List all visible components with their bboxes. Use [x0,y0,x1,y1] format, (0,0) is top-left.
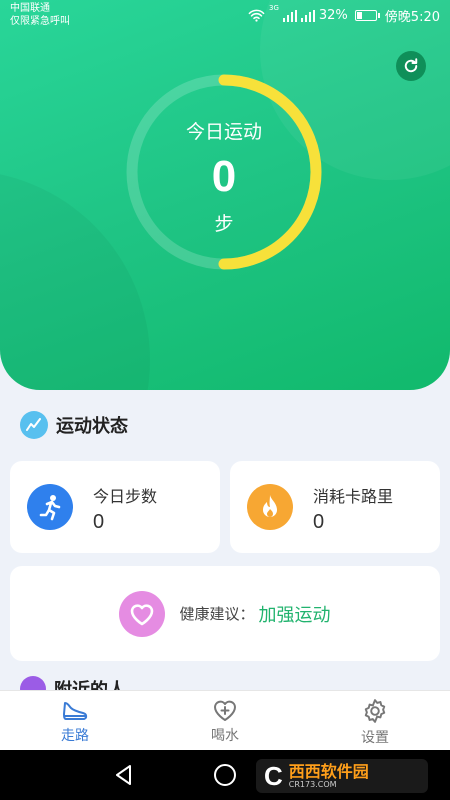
back-icon[interactable] [114,764,134,786]
watermark-logo: C 西西软件园 CR173.COM [256,759,428,793]
steps-card: 今日步数 0 [10,461,220,553]
tab-drink-water[interactable]: 喝水 [150,691,300,750]
heart-plus-icon [214,700,236,721]
watermark-brand: 西西软件园 [288,761,369,781]
clock: 傍晚5:20 [384,10,440,25]
tab-label: 走路 [61,728,89,744]
emergency-only-label: 仅限紧急呼叫 [10,16,70,27]
section-title: 运动状态 [56,416,128,437]
battery-icon [354,10,380,21]
status-bar: 中国联通 仅限紧急呼叫 3G 32% 傍晚5:20 [0,0,450,32]
health-advice-label: 健康建议： [179,605,255,623]
status-icons: 3G 32% 傍晚5:20 [248,4,440,25]
heart-icon [119,590,166,637]
calories-label: 消耗卡路里 [313,487,394,506]
flame-icon [247,484,293,530]
network-type: 3G [269,4,279,12]
section-header-activity-status: 运动状态 [20,411,128,439]
calories-card: 消耗卡路里 0 [230,461,440,553]
shoe-icon [63,702,88,720]
watermark-url: CR173.COM [288,779,337,789]
refresh-icon [404,58,418,73]
today-activity-title: 今日运动 [185,121,262,143]
bottom-tab-bar: 走路 喝水 设置 [0,690,450,750]
calories-value: 0 [313,511,325,533]
step-counter: 今日运动 0 步 [124,72,324,272]
tab-label: 设置 [361,730,389,746]
watermark-mark: C [264,760,283,791]
tab-settings[interactable]: 设置 [300,691,450,750]
tab-walk[interactable]: 走路 [0,691,150,750]
signal-icon [300,9,315,22]
tab-label: 喝水 [211,728,239,744]
health-advice-value: 加强运动 [258,604,331,626]
health-advice-card: 健康建议： 加强运动 [10,566,440,661]
carrier-name: 中国联通 [10,3,50,14]
battery-percent: 32% [318,8,348,23]
step-count: 0 [211,152,237,201]
steps-label: 今日步数 [93,487,158,506]
system-nav-bar: C 西西软件园 CR173.COM [0,750,450,800]
home-icon[interactable] [214,764,236,786]
hero-panel: 今日运动 0 步 [0,0,450,390]
carrier-info: 中国联通 仅限紧急呼叫 [10,2,70,28]
gear-icon [364,699,386,723]
wifi-icon [248,9,265,22]
running-icon [27,484,73,530]
refresh-button[interactable] [396,51,426,81]
steps-value: 0 [93,511,105,533]
signal-icon [282,9,297,22]
step-unit: 步 [214,213,234,235]
trend-icon [20,411,48,439]
